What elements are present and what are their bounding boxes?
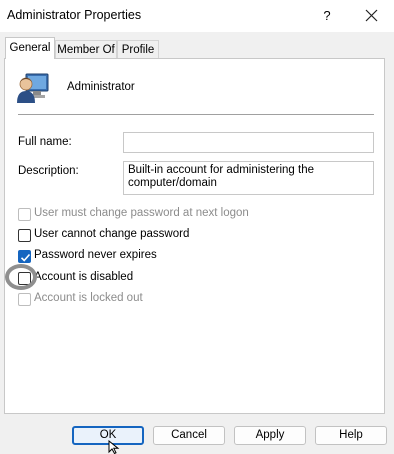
description-field[interactable]: Built-in account for administering the c… [123,161,374,195]
click-highlight-ring [5,264,37,290]
window-title: Administrator Properties [7,8,142,22]
checkbox-box [18,293,31,306]
check-icon [20,253,31,262]
checkbox-label: User must change password at next logon [34,207,249,219]
checkbox-box[interactable] [18,229,31,242]
help-title-button[interactable]: ? [314,3,340,29]
checkbox-label: User cannot change password [34,228,190,240]
description-label: Description: [18,165,79,177]
tab-member-of[interactable]: Member Of [55,40,117,58]
description-line-2: computer/domain [128,177,217,189]
checkbox-box[interactable] [18,250,31,263]
title-bar: Administrator Properties ? [0,0,394,32]
checkbox-label: Account is locked out [34,292,143,304]
tab-profile[interactable]: Profile [117,40,159,58]
cancel-button[interactable]: Cancel [153,426,225,445]
full-name-label: Full name: [18,136,72,148]
mouse-cursor-icon [108,440,120,454]
header-separator [18,114,374,115]
close-icon [365,9,378,22]
user-icon [17,73,49,103]
tab-general[interactable]: General [5,37,55,59]
description-line-1: Built-in account for administering the [128,164,315,176]
help-button[interactable]: Help [315,426,387,445]
user-name: Administrator [67,81,135,93]
apply-button[interactable]: Apply [234,426,306,445]
close-button[interactable] [358,3,386,29]
checkbox-label: Account is disabled [34,271,134,283]
checkbox-box [18,208,31,221]
full-name-field[interactable] [123,132,374,153]
checkbox-label: Password never expires [34,249,157,261]
